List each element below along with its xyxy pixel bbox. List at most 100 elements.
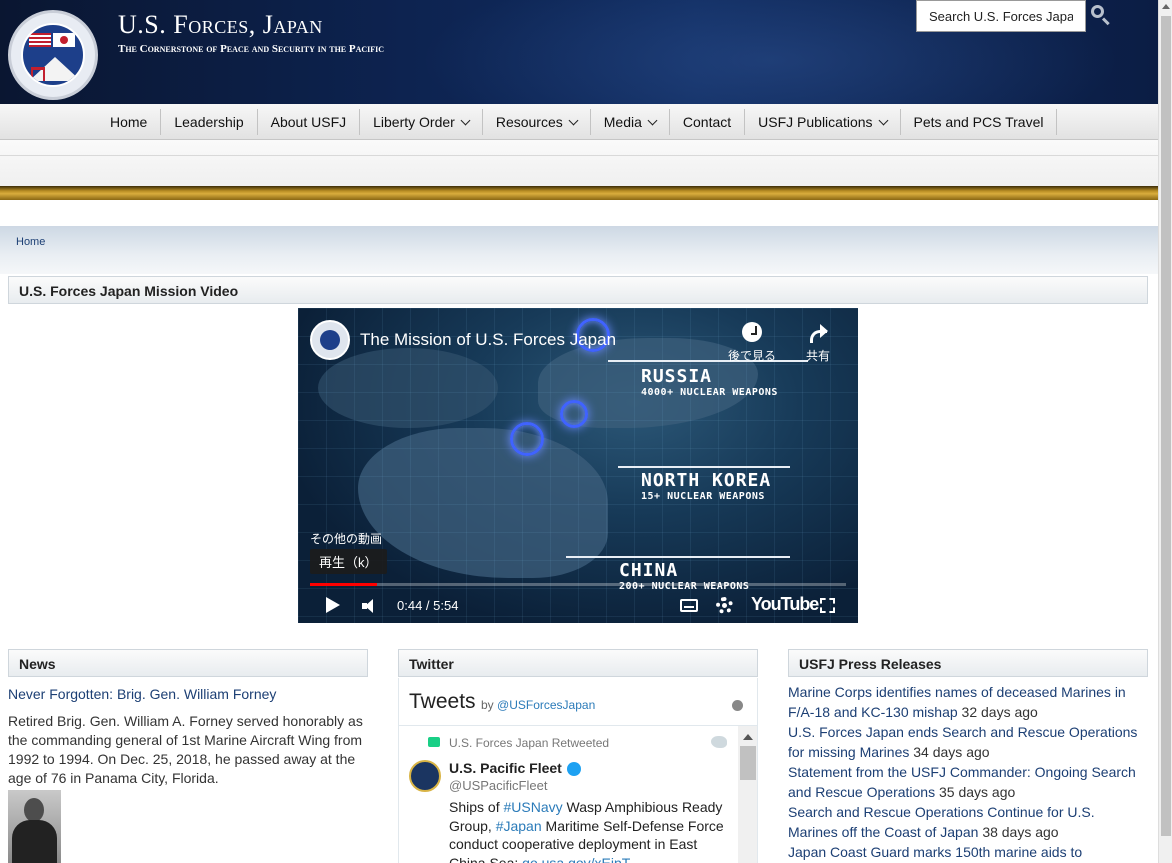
share-icon <box>808 322 828 343</box>
search-input[interactable] <box>916 0 1086 32</box>
breadcrumb-home[interactable]: Home <box>16 236 45 248</box>
nav-item-label: Liberty Order <box>373 114 455 130</box>
site-title[interactable]: U.S. Forces, Japan <box>118 10 323 40</box>
nav-item-media[interactable]: Media <box>591 109 670 135</box>
gold-divider-bar <box>0 186 1158 200</box>
tweet-link[interactable]: #USNavy <box>503 799 562 815</box>
chevron-down-icon <box>568 115 579 125</box>
video-time: 0:44 / 5:54 <box>397 598 459 613</box>
press-release-age: 38 days ago <box>982 824 1059 840</box>
news-article-link[interactable]: Never Forgotten: Brig. Gen. William Forn… <box>8 686 276 702</box>
north-korea-overlay: NORTH KOREA 15+ NUCLEAR WEAPONS <box>641 470 771 502</box>
page-scrollbar[interactable] <box>1158 0 1172 863</box>
press-release-item: Japan Coast Guard marks 150th marine aid… <box>788 842 1146 862</box>
press-release-item: U.S. Forces Japan ends Search and Rescue… <box>788 722 1146 762</box>
nav-item-label: Leadership <box>174 114 244 130</box>
tweets-by: by @USForcesJapan <box>481 698 595 712</box>
press-release-age: 32 days ago <box>961 704 1038 720</box>
retweet-icon <box>428 737 440 747</box>
gear-icon[interactable] <box>716 597 733 614</box>
news-heading: News <box>8 649 368 677</box>
scrollbar-thumb[interactable] <box>740 746 756 780</box>
press-release-item: Marine Corps identifies names of decease… <box>788 682 1146 722</box>
press-release-age: 34 days ago <box>913 744 990 760</box>
nav-item-label: Pets and PCS Travel <box>913 114 1044 130</box>
site-header: U.S. Forces, Japan The Cornerstone of Pe… <box>0 0 1158 104</box>
press-release-link[interactable]: Japan Coast Guard marks 150th marine aid… <box>788 844 1082 860</box>
north-korea-marker <box>560 400 588 428</box>
twitter-scrollbar[interactable] <box>738 726 757 863</box>
search-icon-handle <box>1101 17 1110 26</box>
play-tooltip: 再生（k） <box>310 549 387 574</box>
nav-item-home[interactable]: Home <box>97 109 162 135</box>
nav-item-about-usfj[interactable]: About USFJ <box>258 109 361 135</box>
info-icon[interactable] <box>732 700 743 711</box>
search-button[interactable] <box>1090 4 1112 26</box>
clock-icon <box>742 322 762 342</box>
nav-item-pets-and-pcs-travel[interactable]: Pets and PCS Travel <box>901 109 1058 135</box>
press-release-age: 35 days ago <box>938 784 1016 800</box>
site-tagline: The Cornerstone of Peace and Security in… <box>118 43 385 55</box>
band-divider <box>0 155 1158 156</box>
retweeted-label[interactable]: U.S. Forces Japan Retweeted <box>449 736 609 750</box>
tweet-author-name[interactable]: U.S. Pacific Fleet <box>449 760 562 776</box>
press-releases-heading: USFJ Press Releases <box>788 649 1148 677</box>
nav-item-contact[interactable]: Contact <box>670 109 746 135</box>
verified-icon <box>567 762 581 776</box>
twitter-timeline: Tweets by @USForcesJapan U.S. Forces Jap… <box>398 678 758 863</box>
north-korea-detail: 15+ NUCLEAR WEAPONS <box>641 491 765 502</box>
scroll-up-icon[interactable] <box>1162 4 1170 9</box>
tweet-author-handle[interactable]: @USPacificFleet <box>449 778 547 793</box>
seal-inner <box>21 23 85 87</box>
nav-list: Home Leadership About USFJ Liberty Order Res… <box>97 109 1058 135</box>
nav-item-label: About USFJ <box>270 114 347 130</box>
nav-item-label: Home <box>110 114 148 130</box>
volume-icon[interactable] <box>362 599 378 613</box>
tweets-by-handle[interactable]: @USForcesJapan <box>497 698 595 712</box>
nav-item-resources[interactable]: Resources <box>483 109 591 135</box>
scroll-up-icon[interactable] <box>743 734 753 740</box>
press-releases-list: Marine Corps identifies names of decease… <box>788 682 1146 862</box>
youtube-logo[interactable]: YouTube <box>751 594 819 615</box>
us-flag-icon <box>29 33 51 47</box>
channel-avatar-icon[interactable] <box>310 320 350 360</box>
watch-later-button[interactable]: 後で見る <box>722 322 782 364</box>
tweet-avatar[interactable] <box>409 760 441 792</box>
video-title[interactable]: The Mission of U.S. Forces Japan <box>360 330 616 350</box>
press-release-link[interactable]: Marine Corps identifies names of decease… <box>788 684 1126 720</box>
more-videos-label[interactable]: その他の動画 <box>310 530 382 547</box>
north-korea-label: NORTH KOREA <box>641 470 772 491</box>
news-article-photo[interactable] <box>8 790 61 863</box>
usfj-seal-logo[interactable] <box>8 10 98 100</box>
search-icon <box>1091 5 1104 18</box>
russia-label: RUSSIA <box>641 366 713 387</box>
fullscreen-icon[interactable] <box>820 598 835 613</box>
tweet-link[interactable]: #Japan <box>496 818 542 834</box>
nav-item-leadership[interactable]: Leadership <box>161 109 258 135</box>
play-icon[interactable] <box>326 597 340 613</box>
breadcrumb-bar <box>0 226 1158 274</box>
subtitles-icon[interactable] <box>680 599 698 612</box>
page-scrollbar-thumb[interactable] <box>1161 16 1171 836</box>
nav-item-usfj-publications[interactable]: USFJ Publications <box>745 109 901 135</box>
nav-item-liberty-order[interactable]: Liberty Order <box>360 109 483 135</box>
tweet-text-part: Ships of <box>449 799 504 815</box>
china-marker <box>510 422 544 456</box>
russia-detail: 4000+ NUCLEAR WEAPONS <box>641 387 778 398</box>
tweets-title: Tweets <box>409 690 476 713</box>
press-release-item: Search and Rescue Operations Continue fo… <box>788 802 1146 842</box>
nav-item-label: Resources <box>495 114 563 130</box>
video-progress-bar[interactable] <box>310 583 846 586</box>
nav-item-label: USFJ Publications <box>758 114 873 130</box>
news-article-summary: Retired Brig. Gen. William A. Forney ser… <box>8 713 363 786</box>
tweets-by-word: by <box>481 698 494 712</box>
share-button[interactable]: 共有 <box>798 322 838 364</box>
china-overlay: CHINA 200+ NUCLEAR WEAPONS <box>619 560 749 592</box>
twitter-heading: Twitter <box>398 649 758 677</box>
twitter-bird-icon[interactable] <box>711 736 727 748</box>
china-label: CHINA <box>619 560 679 581</box>
tweet-link[interactable]: go.usa.gov/xEjpT <box>522 855 630 863</box>
progress-fill <box>310 583 377 586</box>
russia-overlay: RUSSIA 4000+ NUCLEAR WEAPONS <box>641 366 778 398</box>
video-player[interactable]: RUSSIA 4000+ NUCLEAR WEAPONS NORTH KOREA… <box>298 308 858 623</box>
